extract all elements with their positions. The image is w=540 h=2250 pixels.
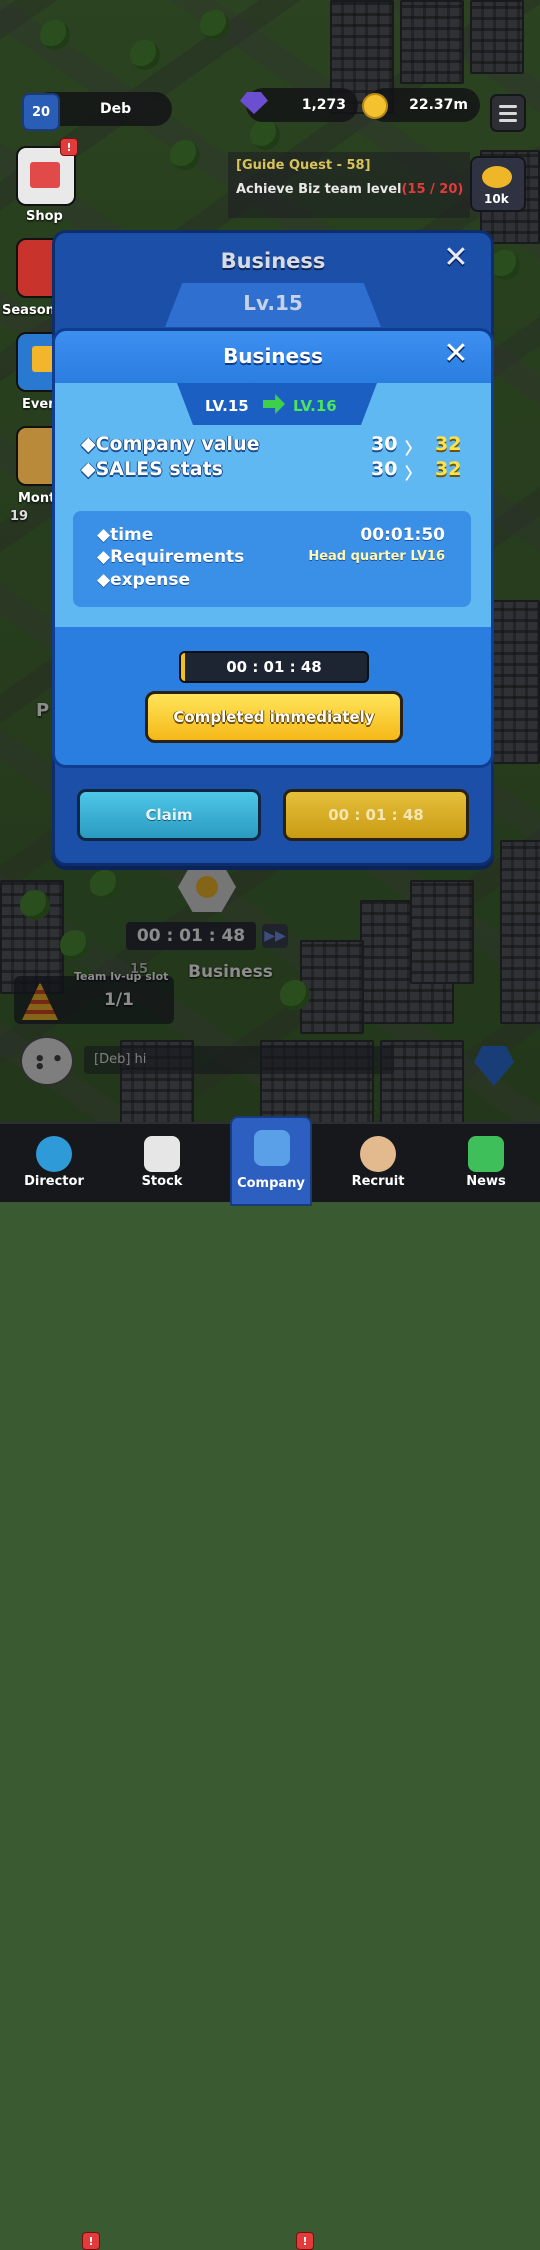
next-level: LV.16 <box>293 397 337 415</box>
upgrade-info-box: ◆time 00:01:50 ◆Requirements Head quarte… <box>73 511 471 607</box>
close-icon[interactable]: ✕ <box>443 339 469 369</box>
nav-company[interactable]: Company <box>230 1116 312 1206</box>
stat-current: 30 <box>371 433 398 455</box>
tv-play-icon <box>468 1136 504 1172</box>
coin-icon <box>362 93 388 119</box>
quest-title: [Guide Quest - 58] <box>236 158 371 173</box>
stat-arrow: 〉 <box>405 464 422 483</box>
upgrade-timer-button[interactable]: 00 : 01 : 48 <box>283 789 469 841</box>
guide-quest-panel[interactable]: [Guide Quest - 58] Achieve Biz team leve… <box>228 152 470 218</box>
bottom-navigation: Director ! Stock Company ! Recruit News <box>0 1116 540 2250</box>
coin-count: 22.37m <box>409 97 468 113</box>
quest-progress: (15 / 20) <box>401 182 464 197</box>
stat-current: 30 <box>371 458 398 480</box>
nav-label: Stock <box>141 1174 183 1189</box>
quest-text: Achieve Biz team level(15 / 20) <box>236 182 464 197</box>
upgrade-popup: Business ✕ LV.15 LV.16 ◆Company value 30… <box>52 328 494 768</box>
business-panel-level: Lv.15 <box>243 291 303 315</box>
nav-stock[interactable]: Stock <box>108 1124 216 1202</box>
upgrade-popup-title: Business <box>223 344 323 368</box>
menu-button[interactable] <box>490 94 526 132</box>
player-level-badge: 20 <box>22 93 60 131</box>
stat-label: ◆Company value <box>81 433 260 455</box>
director-alert-badge: ! <box>82 2232 100 2250</box>
progress-fill <box>181 653 185 681</box>
monthly-count: 19 <box>10 509 29 524</box>
shop-label: Shop <box>26 209 63 224</box>
complete-immediately-button[interactable]: Completed immediately <box>145 691 403 743</box>
director-icon <box>36 1136 72 1172</box>
company-building-icon <box>254 1130 290 1166</box>
nav-label: News <box>466 1174 506 1189</box>
coin-pile-icon <box>482 166 512 188</box>
time-value: 00:01:50 <box>360 525 445 545</box>
player-name: Deb <box>100 101 132 117</box>
upgrade-details: LV.15 LV.16 ◆Company value 30 〉 32 ◆SALE… <box>55 383 491 627</box>
business-panel-title: Business <box>220 249 326 273</box>
expense-label: ◆expense <box>97 570 191 590</box>
stat-label: ◆SALES stats <box>81 458 223 480</box>
shop-alert-badge: ! <box>60 138 78 156</box>
nav-recruit[interactable]: Recruit <box>324 1124 432 1202</box>
nav-label: Company <box>237 1176 305 1191</box>
nav-label: Recruit <box>351 1174 405 1189</box>
requirements-label: ◆Requirements <box>97 547 245 567</box>
nav-label: Director <box>24 1174 84 1189</box>
time-label: ◆time <box>97 525 154 545</box>
handshake-icon <box>360 1136 396 1172</box>
stat-arrow: 〉 <box>405 439 422 458</box>
shop-store-icon <box>30 162 60 188</box>
season-label: Season <box>2 303 55 318</box>
upgrade-progress-timer: 00 : 01 : 48 <box>179 651 369 683</box>
monthly-label: Mont <box>18 491 56 506</box>
nav-director[interactable]: Director <box>0 1124 108 1202</box>
requirements-value: Head quarter LV16 <box>308 549 445 564</box>
hamburger-icon <box>499 104 517 108</box>
quest-reward-amount: 10k <box>484 192 509 206</box>
close-icon[interactable]: ✕ <box>443 243 469 273</box>
timer-text: 00 : 01 : 48 <box>226 658 322 676</box>
stat-next: 32 <box>435 433 462 455</box>
stock-chart-icon <box>144 1136 180 1172</box>
stat-next: 32 <box>435 458 462 480</box>
company-alert-badge: ! <box>296 2232 314 2250</box>
gem-count: 1,273 <box>301 97 346 113</box>
current-level: LV.15 <box>205 397 249 415</box>
claim-button[interactable]: Claim <box>77 789 261 841</box>
nav-news[interactable]: News <box>432 1124 540 1202</box>
